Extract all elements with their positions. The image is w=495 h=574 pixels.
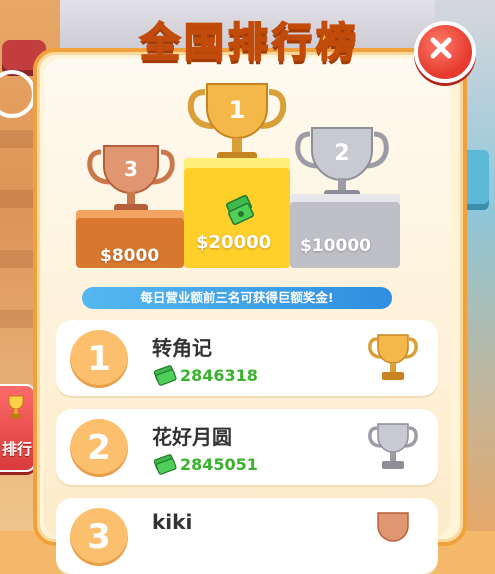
cash-icon [153,365,177,386]
side-rank-button[interactable]: 排行 [0,384,36,472]
second-prize: $10000 [300,236,371,256]
player-score: 2846318 [180,366,258,385]
side-rank-label: 排行 [2,440,33,458]
player-score: 2845051 [180,455,258,474]
close-button[interactable] [414,21,476,83]
cash-icon [153,454,177,475]
rank-badge: 1 [70,330,128,388]
leaderboard-row[interactable]: 3 kiki [56,498,438,574]
podium: 3 1 2 $8000 $20000 $10000 [72,80,402,272]
leaderboard-row[interactable]: 1 转角记 2846318 [56,320,438,396]
gold-trophy-icon: 1 [187,83,287,164]
close-icon [430,37,452,59]
gold-trophy-icon [368,334,418,380]
silver-trophy-icon [368,423,418,469]
first-prize: $20000 [196,232,272,253]
cash-icon [225,195,255,226]
third-rank-number: 3 [124,157,138,181]
leaderboard-row[interactable]: 2 花好月圆 2845051 [56,409,438,485]
bronze-trophy-icon [377,512,409,542]
player-name: 转角记 [152,336,212,360]
page-title: 全国排行榜 [139,19,360,67]
rank-badge: 2 [70,419,128,477]
first-rank-number: 1 [229,96,246,124]
trophy-icon [8,395,24,418]
reward-banner: 每日营业额前三名可获得巨额奖金! [82,287,392,309]
second-rank-number: 2 [334,141,349,166]
third-prize: $8000 [100,246,160,266]
player-name: kiki [152,510,193,534]
rank-badge: 3 [70,508,128,566]
player-name: 花好月圆 [152,425,232,449]
podium-second-block [290,194,400,268]
